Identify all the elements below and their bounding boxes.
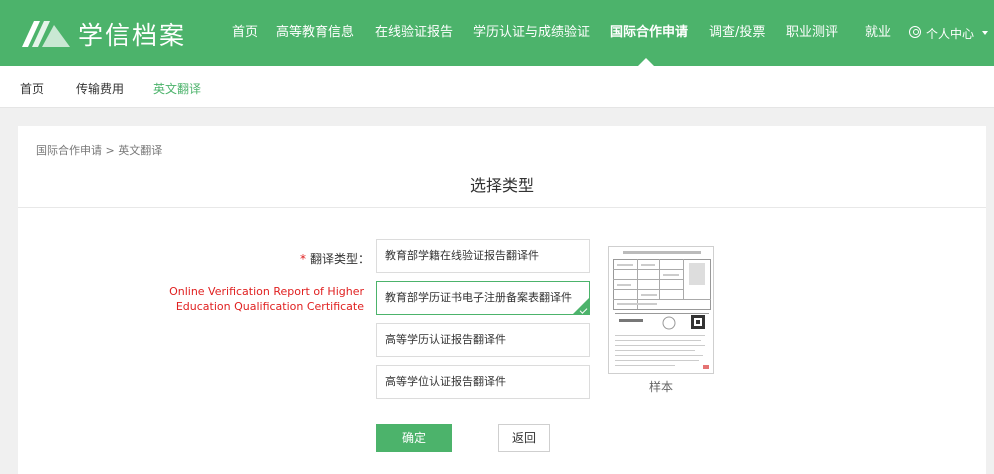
divider	[18, 207, 986, 208]
sample-caption: 样本	[648, 380, 673, 394]
nav-survey-vote[interactable]: 调查/投票	[709, 24, 765, 42]
user-icon[interactable]	[909, 26, 921, 38]
logo-icon	[22, 21, 70, 47]
nav-degree-authentication[interactable]: 学历认证与成绩验证	[473, 24, 590, 42]
logo-text: 学信档案	[78, 21, 187, 50]
subnav-home[interactable]: 首页	[20, 80, 44, 97]
option-label: 高等学位认证报告翻译件	[385, 375, 506, 388]
nav-career-assessment[interactable]: 职业测评	[786, 24, 838, 42]
option-degree-certification-report[interactable]: 高等学历认证报告翻译件	[376, 323, 590, 357]
option-label: 教育部学历证书电子注册备案表翻译件	[385, 291, 572, 304]
page-title: 选择类型	[469, 176, 534, 195]
sub-nav: 首页 传输费用 英文翻译	[0, 66, 994, 108]
nav-online-verification-report[interactable]: 在线验证报告	[375, 24, 453, 42]
page: 学信档案 首页 高等教育信息 在线验证报告 学历认证与成绩验证 国际合作申请 调…	[0, 0, 994, 474]
nav-home[interactable]: 首页	[232, 24, 258, 42]
required-mark: *	[300, 252, 306, 266]
annotation-text: Online Verification Report of Higher Edu…	[169, 285, 364, 313]
chevron-down-icon[interactable]	[982, 31, 988, 35]
confirm-button[interactable]: 确定	[376, 424, 452, 452]
option-label: 高等学历认证报告翻译件	[385, 333, 506, 346]
user-center-menu[interactable]: 个人中心	[926, 25, 974, 42]
option-diploma-registration-form[interactable]: 教育部学历证书电子注册备案表翻译件	[376, 281, 590, 315]
sample-document-image	[609, 247, 713, 373]
translation-type-label: * 翻译类型：	[300, 250, 370, 267]
active-nav-indicator	[638, 58, 654, 66]
nav-employment[interactable]: 就业	[865, 24, 891, 42]
top-nav: 学信档案 首页 高等教育信息 在线验证报告 学历认证与成绩验证 国际合作申请 调…	[0, 0, 994, 66]
content-card: 国际合作申请 > 英文翻译 选择类型 * 翻译类型： Online Verific…	[18, 126, 986, 474]
logo[interactable]: 学信档案	[20, 16, 186, 52]
option-student-status-report[interactable]: 教育部学籍在线验证报告翻译件	[376, 239, 590, 273]
subnav-transfer-fee[interactable]: 传输费用	[76, 80, 124, 97]
back-button[interactable]: 返回	[498, 424, 550, 452]
nav-higher-education-info[interactable]: 高等教育信息	[276, 24, 354, 42]
option-label: 教育部学籍在线验证报告翻译件	[385, 249, 539, 262]
breadcrumb: 国际合作申请 > 英文翻译	[36, 144, 163, 157]
nav-international-cooperation[interactable]: 国际合作申请	[610, 24, 688, 42]
subnav-english-translation[interactable]: 英文翻译	[153, 80, 201, 97]
sample-thumbnail[interactable]	[608, 246, 714, 374]
option-academic-degree-report[interactable]: 高等学位认证报告翻译件	[376, 365, 590, 399]
translation-type-label-text: 翻译类型：	[310, 252, 371, 266]
